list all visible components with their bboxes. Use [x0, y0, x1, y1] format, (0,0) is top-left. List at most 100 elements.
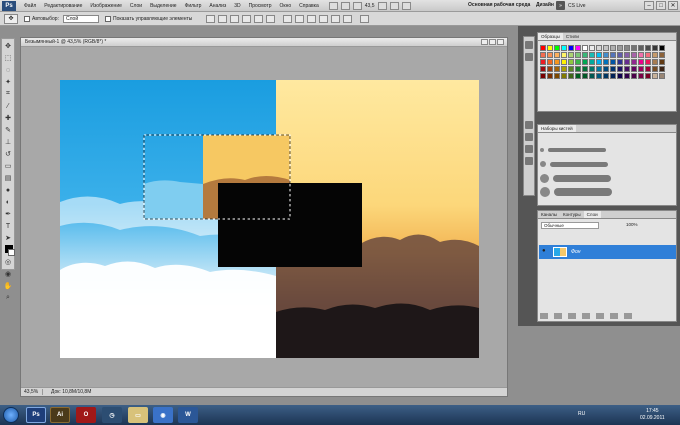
move-tool-icon[interactable]: ✥ [3, 41, 13, 51]
show-controls-box[interactable] [104, 15, 111, 22]
maximize-icon[interactable]: □ [656, 1, 666, 10]
color-swatch[interactable] [631, 59, 637, 65]
color-swatch[interactable] [568, 45, 574, 51]
color-swatch[interactable] [561, 59, 567, 65]
brush-preset[interactable] [540, 171, 620, 185]
color-swatch[interactable] [582, 66, 588, 72]
color-swatch[interactable] [582, 45, 588, 51]
color-swatch[interactable] [624, 66, 630, 72]
view-extras-icon[interactable] [352, 1, 362, 10]
image-canvas[interactable] [60, 80, 479, 358]
color-swatch[interactable] [645, 66, 651, 72]
doc-close-icon[interactable] [497, 39, 504, 45]
color-swatch[interactable] [638, 45, 644, 51]
color-swatch[interactable] [638, 73, 644, 79]
cs-live[interactable]: » CS Live [556, 1, 586, 10]
color-swatch[interactable] [596, 66, 602, 72]
align-center-icon[interactable] [254, 14, 264, 23]
color-swatch[interactable] [554, 66, 560, 72]
path-selection-tool-icon[interactable]: ➤ [3, 233, 13, 243]
color-swatch[interactable] [575, 73, 581, 79]
3d-rotate-tool-icon[interactable]: ◎ [3, 257, 13, 267]
autoselect-box[interactable] [24, 15, 30, 22]
healing-brush-tool-icon[interactable]: ✚ [3, 113, 13, 123]
dodge-tool-icon[interactable]: ◐ [3, 197, 13, 207]
menu-3d[interactable]: 3D [230, 3, 244, 9]
hand-tool-icon[interactable] [378, 1, 388, 10]
color-swatch[interactable] [652, 66, 658, 72]
document-title[interactable]: Безымянный-1 @ 43,5% (RGB/8*) * [25, 39, 106, 45]
paragraph-panel-icon[interactable] [525, 157, 533, 165]
status-zoom[interactable]: 43,5% [21, 389, 43, 395]
menu-layer[interactable]: Слои [126, 3, 146, 9]
new-layer-icon[interactable] [610, 313, 618, 319]
taskbar-illustrator[interactable]: Ai [50, 407, 70, 423]
color-swatch[interactable] [652, 52, 658, 58]
history-panel-icon[interactable] [525, 41, 533, 49]
color-swatch[interactable] [582, 73, 588, 79]
eyedropper-tool-icon[interactable]: ⁄ [3, 101, 13, 111]
explorer-icon[interactable]: ▭ [128, 407, 148, 423]
color-swatch[interactable] [610, 66, 616, 72]
color-swatch[interactable] [617, 45, 623, 51]
color-swatch[interactable] [603, 45, 609, 51]
color-swatch[interactable] [645, 59, 651, 65]
tab-brush-presets[interactable]: Наборы кистей [538, 125, 576, 132]
pen-tool-icon[interactable]: ✒ [3, 209, 13, 219]
color-swatch[interactable] [603, 73, 609, 79]
color-swatch[interactable] [547, 52, 553, 58]
color-swatch[interactable] [617, 52, 623, 58]
align-left-icon[interactable] [242, 14, 252, 23]
color-swatch[interactable] [652, 59, 658, 65]
distribute-center-icon[interactable] [331, 14, 341, 23]
color-swatch[interactable] [603, 59, 609, 65]
clock[interactable]: 17:45 02.09.2011 [640, 408, 665, 422]
layer-name[interactable]: Фон [571, 249, 581, 255]
opera-icon[interactable]: O [76, 407, 96, 423]
workspace-switcher-icon[interactable]: » [556, 1, 565, 10]
workspace-name[interactable]: Основная рабочая среда [468, 2, 530, 8]
screen-mode-icon[interactable] [402, 1, 412, 10]
adjustment-layer-icon[interactable] [582, 313, 590, 319]
color-swatch[interactable] [596, 52, 602, 58]
doc-minimize-icon[interactable] [481, 39, 488, 45]
color-swatch[interactable] [617, 66, 623, 72]
blend-mode-select[interactable]: Обычные [541, 222, 599, 229]
color-swatch[interactable] [610, 52, 616, 58]
tab-layers[interactable]: Слои [583, 211, 601, 218]
align-right-icon[interactable] [266, 14, 276, 23]
layer-style-icon[interactable] [554, 313, 562, 319]
color-swatch[interactable] [540, 66, 546, 72]
distribute-right-icon[interactable] [343, 14, 353, 23]
align-top-icon[interactable] [206, 14, 216, 23]
color-swatch[interactable] [589, 73, 595, 79]
color-swatch[interactable] [589, 45, 595, 51]
color-swatch[interactable] [554, 73, 560, 79]
mini-bridge-icon[interactable] [340, 1, 350, 10]
add-mask-icon[interactable] [568, 313, 576, 319]
color-swatch[interactable] [631, 73, 637, 79]
tray-language[interactable]: RU [578, 411, 585, 417]
color-swatch[interactable] [540, 45, 546, 51]
color-swatch[interactable] [575, 45, 581, 51]
color-swatch[interactable] [589, 52, 595, 58]
history-brush-tool-icon[interactable]: ↺ [3, 149, 13, 159]
color-swatch[interactable] [645, 45, 651, 51]
menu-image[interactable]: Изображение [86, 3, 126, 9]
color-swatch[interactable] [631, 66, 637, 72]
align-middle-icon[interactable] [218, 14, 228, 23]
color-swatch[interactable] [617, 73, 623, 79]
close-icon[interactable]: ✕ [668, 1, 678, 10]
distribute-middle-icon[interactable] [295, 14, 305, 23]
color-swatch[interactable] [554, 52, 560, 58]
color-swatch[interactable] [631, 52, 637, 58]
show-transform-controls-checkbox[interactable]: Показать управляющие элементы [104, 15, 192, 22]
brush-preset[interactable] [540, 185, 620, 199]
tab-channels[interactable]: Каналы [538, 211, 560, 218]
autoselect-checkbox[interactable]: Автовыбор: [24, 15, 59, 22]
color-swatch[interactable] [624, 52, 630, 58]
taskbar-photoshop[interactable]: Ps [26, 407, 46, 423]
gradient-tool-icon[interactable]: ▤ [3, 173, 13, 183]
color-swatch[interactable] [659, 45, 665, 51]
menu-window[interactable]: Окно [276, 3, 296, 9]
